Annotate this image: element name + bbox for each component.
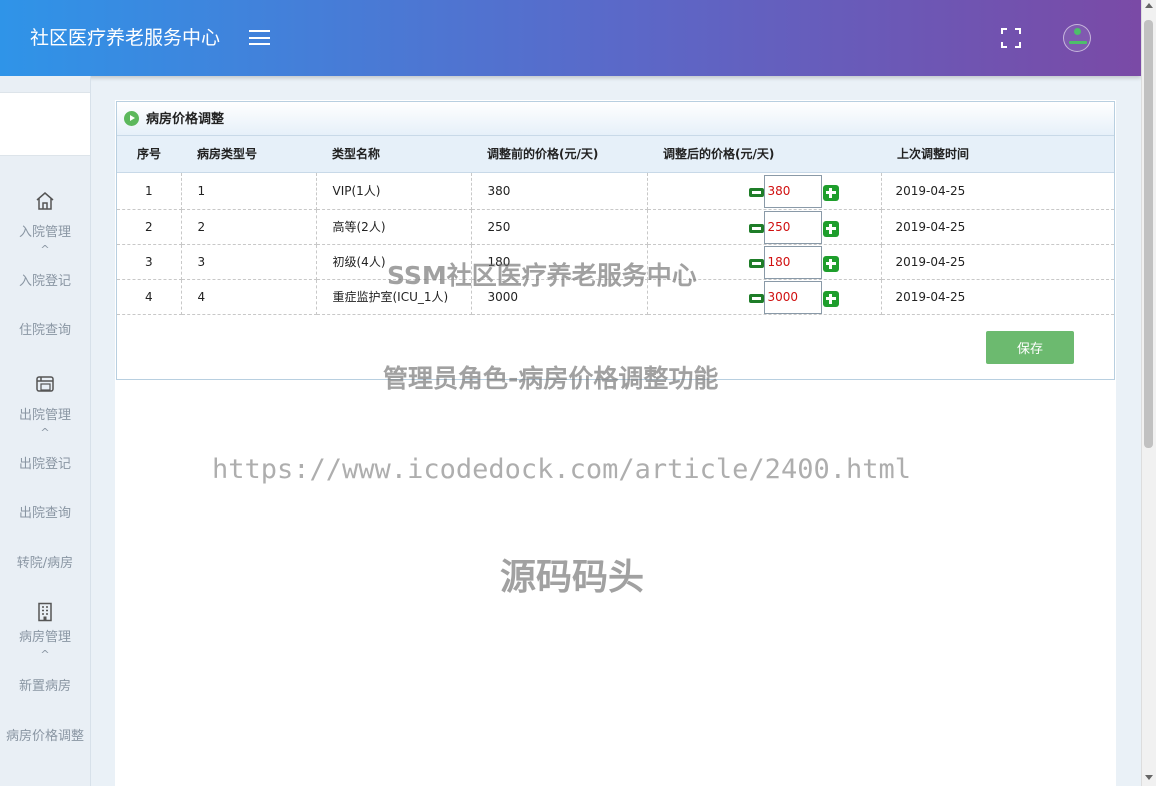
cell-type-id: 1 [181, 172, 317, 210]
cell-no: 3 [117, 244, 182, 280]
home-icon [36, 192, 54, 210]
cell-new-price [647, 244, 882, 280]
table-row: 2 2 高等(2人) 250 2019-04-25 [117, 209, 1114, 245]
sidebar-user-box [0, 92, 90, 156]
cell-type-id: 3 [181, 244, 317, 280]
column-header: 调整后的价格(元/天) [647, 136, 881, 173]
cell-type-name: 高等(2人) [316, 209, 472, 245]
user-avatar[interactable] [1063, 24, 1091, 52]
table-row: 4 4 重症监护室(ICU_1人) 3000 2019-04-25 [117, 279, 1114, 315]
sidebar-group-ward[interactable]: 病房管理 [0, 629, 90, 646]
caret-up-icon: ^ [40, 648, 50, 661]
column-header: 病房类型号 [181, 136, 316, 173]
menu-toggle-icon[interactable] [249, 29, 270, 46]
new-price-input[interactable] [763, 210, 822, 244]
new-price-input[interactable] [763, 280, 822, 314]
sidebar-item-new-ward[interactable]: 新置病房 [0, 678, 90, 695]
cell-new-price [647, 279, 882, 315]
cell-no: 2 [117, 209, 182, 245]
plus-icon[interactable] [822, 184, 839, 201]
sidebar-item-discharge-register[interactable]: 出院登记 [0, 456, 90, 473]
plus-icon[interactable] [822, 290, 839, 307]
cell-no: 1 [117, 172, 182, 210]
minus-icon[interactable] [748, 258, 764, 268]
panel-header: 病房价格调整 [117, 102, 1114, 136]
cell-type-name: 重症监护室(ICU_1人) [316, 279, 472, 315]
column-header: 上次调整时间 [881, 136, 1114, 173]
sidebar-item-transfer-ward[interactable]: 转院/病房 [0, 555, 90, 572]
minus-icon[interactable] [748, 293, 764, 303]
plus-icon[interactable] [822, 220, 839, 237]
cell-last-time: 2019-04-25 [881, 172, 1114, 210]
sidebar-item-admission-register[interactable]: 入院登记 [0, 273, 90, 290]
sidebar-group-admission[interactable]: 入院管理 [0, 224, 90, 241]
cell-last-time: 2019-04-25 [881, 209, 1114, 245]
scroll-thumb[interactable] [1144, 20, 1153, 448]
scroll-down-arrow-icon[interactable] [1145, 775, 1153, 780]
cell-old-price: 3000 [471, 279, 648, 315]
table-row: 1 1 VIP(1人) 380 2019-04-25 [117, 172, 1114, 210]
plus-icon[interactable] [822, 255, 839, 272]
new-price-input[interactable] [763, 245, 822, 279]
cell-old-price: 180 [471, 244, 648, 280]
cell-new-price [647, 209, 882, 245]
cell-no: 4 [117, 279, 182, 315]
column-header: 类型名称 [316, 136, 471, 173]
save-button[interactable]: 保存 [986, 331, 1074, 364]
cell-type-name: 初级(4人) [316, 244, 472, 280]
avatar-head-icon [1074, 28, 1081, 35]
price-stepper [748, 210, 841, 244]
new-price-input[interactable] [763, 174, 822, 208]
avatar-body-icon [1069, 41, 1087, 44]
cell-type-id: 4 [181, 279, 317, 315]
table-row: 3 3 初级(4人) 180 2019-04-25 [117, 244, 1114, 280]
cell-old-price: 380 [471, 172, 648, 210]
cell-type-id: 2 [181, 209, 317, 245]
price-adjust-panel: 病房价格调整 序号 病房类型号 类型名称 调整前的价格(元/天) 调整后的价格(… [116, 101, 1115, 380]
cell-last-time: 2019-04-25 [881, 279, 1114, 315]
cell-type-name: VIP(1人) [316, 172, 472, 210]
sidebar: 入院管理 ^ 入院登记 住院查询 出院管理 ^ 出院登记 出院查询 转院/病房 … [0, 76, 91, 786]
caret-up-icon: ^ [40, 426, 50, 439]
table-header-row: 序号 病房类型号 类型名称 调整前的价格(元/天) 调整后的价格(元/天) 上次… [117, 136, 1114, 173]
cell-new-price [647, 172, 882, 210]
minus-icon[interactable] [748, 187, 764, 197]
play-icon [124, 111, 139, 126]
sidebar-item-ward-price[interactable]: 病房价格调整 [0, 728, 90, 745]
page-scrollbar[interactable] [1141, 0, 1156, 786]
building-icon [38, 602, 52, 622]
column-header: 调整前的价格(元/天) [471, 136, 647, 173]
window-icon [36, 376, 54, 392]
column-header: 序号 [117, 136, 181, 173]
minus-icon[interactable] [748, 223, 764, 233]
price-stepper [748, 245, 841, 279]
price-table: 序号 病房类型号 类型名称 调整前的价格(元/天) 调整后的价格(元/天) 上次… [117, 136, 1114, 315]
price-stepper [748, 280, 841, 314]
app-title: 社区医疗养老服务中心 [30, 27, 221, 49]
caret-up-icon: ^ [40, 243, 50, 256]
sidebar-group-discharge[interactable]: 出院管理 [0, 407, 90, 424]
price-stepper [748, 174, 841, 208]
sidebar-item-inpatient-query[interactable]: 住院查询 [0, 322, 90, 339]
top-header: 社区医疗养老服务中心 [0, 0, 1141, 76]
fullscreen-icon[interactable] [1001, 28, 1021, 48]
scroll-up-arrow-icon[interactable] [1145, 3, 1153, 8]
cell-old-price: 250 [471, 209, 648, 245]
sidebar-item-discharge-query[interactable]: 出院查询 [0, 505, 90, 522]
cell-last-time: 2019-04-25 [881, 244, 1114, 280]
panel-title: 病房价格调整 [146, 112, 225, 127]
